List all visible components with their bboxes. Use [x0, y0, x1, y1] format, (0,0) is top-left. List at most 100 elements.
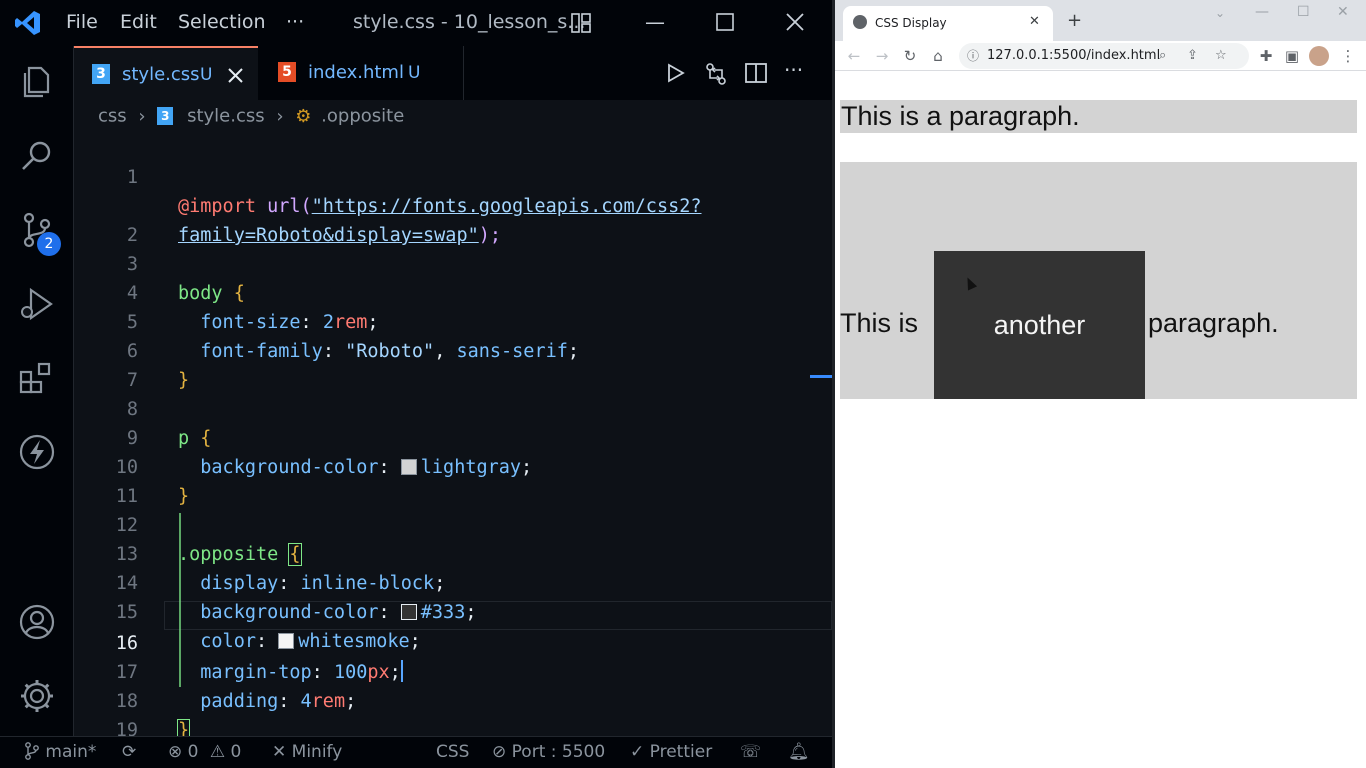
problems-status[interactable]: ⊗ 0 ⚠ 0 — [168, 742, 241, 762]
git-branch-icon — [25, 742, 39, 760]
forward-icon[interactable]: → — [873, 47, 891, 65]
zoom-icon[interactable]: ⌕ — [1159, 43, 1166, 69]
window-title: style.css - 10_lesson_s... — [353, 11, 586, 33]
title-bar: File Edit Selection ··· style.css - 10_l… — [0, 0, 832, 46]
more-actions-icon[interactable]: ··· — [784, 58, 803, 82]
code-line: 6 } — [126, 341, 190, 391]
tab-label: index.html — [308, 62, 404, 83]
warning-icon: ⚠ — [209, 742, 226, 762]
activity-bar: 2 — [0, 46, 74, 736]
live-server-status[interactable]: ⊘ Port : 5500 — [492, 742, 605, 762]
html-file-icon: 5 — [278, 62, 296, 82]
minimize-icon[interactable]: — — [1255, 4, 1269, 20]
code-line: 14 background-color: #333; — [115, 573, 477, 623]
block-icon: ⊘ — [492, 742, 507, 762]
code-line: 1 @import url("https://fonts.googleapis.… — [126, 167, 702, 217]
code-editor[interactable]: 1 @import url("https://fonts.googleapis.… — [74, 134, 832, 742]
home-icon[interactable]: ⌂ — [929, 47, 947, 65]
symbol-class-icon: ⚙ — [295, 105, 312, 127]
close-tab-icon[interactable]: ✕ — [1029, 14, 1040, 29]
page-viewport: This is a paragraph. This is another par… — [835, 71, 1366, 768]
extensions-icon[interactable] — [17, 358, 57, 398]
new-tab-icon[interactable]: + — [1067, 10, 1082, 31]
extensions-icon[interactable]: ✚ — [1257, 47, 1275, 65]
vscode-logo-icon — [15, 11, 40, 35]
browser-window: CSS Display ✕ + ⌄ — ☐ ✕ ← → ↻ ⌂ ⓘ 127.0.… — [832, 0, 1366, 768]
css-file-icon: 3 — [157, 107, 174, 125]
paragraph-2: This is another paragraph. — [840, 162, 1357, 399]
menu-more[interactable]: ··· — [286, 11, 304, 33]
bookmark-star-icon[interactable]: ☆ — [1215, 43, 1227, 69]
url-text: 127.0.0.1:5500/index.html — [987, 48, 1161, 63]
prettier-status[interactable]: ✓ Prettier — [630, 742, 712, 762]
compare-changes-icon[interactable] — [704, 62, 728, 86]
paragraph-2-text-before: This is — [840, 308, 919, 338]
notifications-bell-icon[interactable]: 🔔︎ — [788, 742, 810, 762]
code-line: 15 color: whitesmoke; — [115, 602, 421, 652]
tab-modified-badge: U — [200, 65, 213, 85]
menu-selection[interactable]: Selection — [178, 11, 266, 33]
menu-kebab-icon[interactable]: ⋮ — [1339, 47, 1357, 65]
close-icon: ✕ — [272, 742, 287, 762]
breadcrumb-symbol[interactable]: .opposite — [321, 106, 404, 127]
share-icon[interactable]: ⇪ — [1187, 43, 1198, 69]
layout-icon[interactable] — [570, 12, 592, 34]
breadcrumb: css › 3 style.css › ⚙ .opposite — [98, 105, 404, 131]
feedback-icon[interactable]: ☏ — [740, 742, 761, 762]
code-line: 8 p { — [126, 399, 212, 449]
paragraph-1: This is a paragraph. — [840, 100, 1357, 133]
breadcrumb-folder[interactable]: css — [98, 106, 127, 127]
close-tab-icon[interactable] — [228, 68, 243, 83]
close-window-icon[interactable]: ✕ — [1337, 4, 1349, 20]
code-line: 12 .opposite { — [115, 515, 302, 566]
side-panel-icon[interactable]: ▣ — [1283, 47, 1301, 65]
settings-gear-icon[interactable] — [17, 676, 57, 716]
reload-icon[interactable]: ↻ — [901, 47, 919, 65]
browser-tab-strip: CSS Display ✕ + ⌄ — ☐ ✕ — [835, 0, 1366, 41]
editor-tabs: 3 style.css U 5 index.html U ··· — [74, 46, 832, 100]
scm-badge: 2 — [37, 232, 61, 256]
address-bar[interactable]: ⓘ 127.0.0.1:5500/index.html ⌕ ⇪ ☆ — [959, 43, 1249, 69]
explorer-icon[interactable] — [17, 62, 57, 102]
browser-toolbar: ← → ↻ ⌂ ⓘ 127.0.0.1:5500/index.html ⌕ ⇪ … — [835, 41, 1366, 71]
code-line: 2 — [126, 225, 138, 246]
breadcrumb-file[interactable]: style.css — [187, 106, 265, 127]
code-line: 3 body { — [126, 254, 245, 304]
code-line: 18 } — [115, 691, 191, 742]
paragraph-2-text-after: paragraph. — [1148, 308, 1279, 338]
menu-file[interactable]: File — [66, 11, 98, 33]
run-debug-icon[interactable] — [17, 284, 57, 324]
minify-status[interactable]: ✕ Minify — [272, 742, 342, 762]
profile-avatar[interactable] — [1309, 46, 1329, 66]
code-line: 16 margin-top: 100px; — [115, 633, 403, 683]
code-line: 7 — [126, 370, 138, 391]
browser-tab[interactable]: CSS Display ✕ — [843, 6, 1053, 41]
menu-edit[interactable]: Edit — [120, 11, 157, 33]
maximize-icon[interactable]: ☐ — [1297, 4, 1310, 20]
globe-icon — [853, 15, 867, 29]
tab-search-icon[interactable]: ⌄ — [1215, 6, 1225, 20]
tab-index-html[interactable]: 5 index.html U — [258, 46, 464, 100]
opposite-span: another — [934, 251, 1145, 399]
site-info-icon[interactable]: ⓘ — [967, 43, 979, 69]
code-line: 17 padding: 4rem; — [115, 662, 357, 712]
tab-style-css[interactable]: 3 style.css U — [74, 46, 258, 100]
language-mode[interactable]: CSS — [436, 742, 469, 762]
split-editor-icon[interactable] — [745, 62, 767, 84]
search-icon[interactable] — [17, 136, 57, 176]
code-line: family=Roboto&display=swap"); — [178, 225, 502, 246]
code-line: 10 } — [115, 457, 190, 507]
close-window-icon[interactable] — [786, 13, 804, 31]
browser-tab-title: CSS Display — [875, 16, 947, 30]
sync-icon[interactable]: ⟳ — [122, 742, 136, 762]
back-icon[interactable]: ← — [845, 47, 863, 65]
run-icon[interactable] — [666, 63, 686, 83]
maximize-icon[interactable] — [716, 13, 734, 31]
lightning-icon[interactable] — [17, 432, 57, 472]
status-bar: main* ⟳ ⊗ 0 ⚠ 0 ✕ Minify CSS ⊘ Port : 55… — [0, 736, 832, 768]
chevron-right-icon: › — [276, 105, 284, 127]
account-icon[interactable] — [17, 602, 57, 642]
code-line: 4 font-size: 2rem; — [126, 283, 379, 333]
minimize-icon[interactable]: — — [643, 10, 667, 34]
branch-status[interactable]: main* — [24, 742, 96, 762]
